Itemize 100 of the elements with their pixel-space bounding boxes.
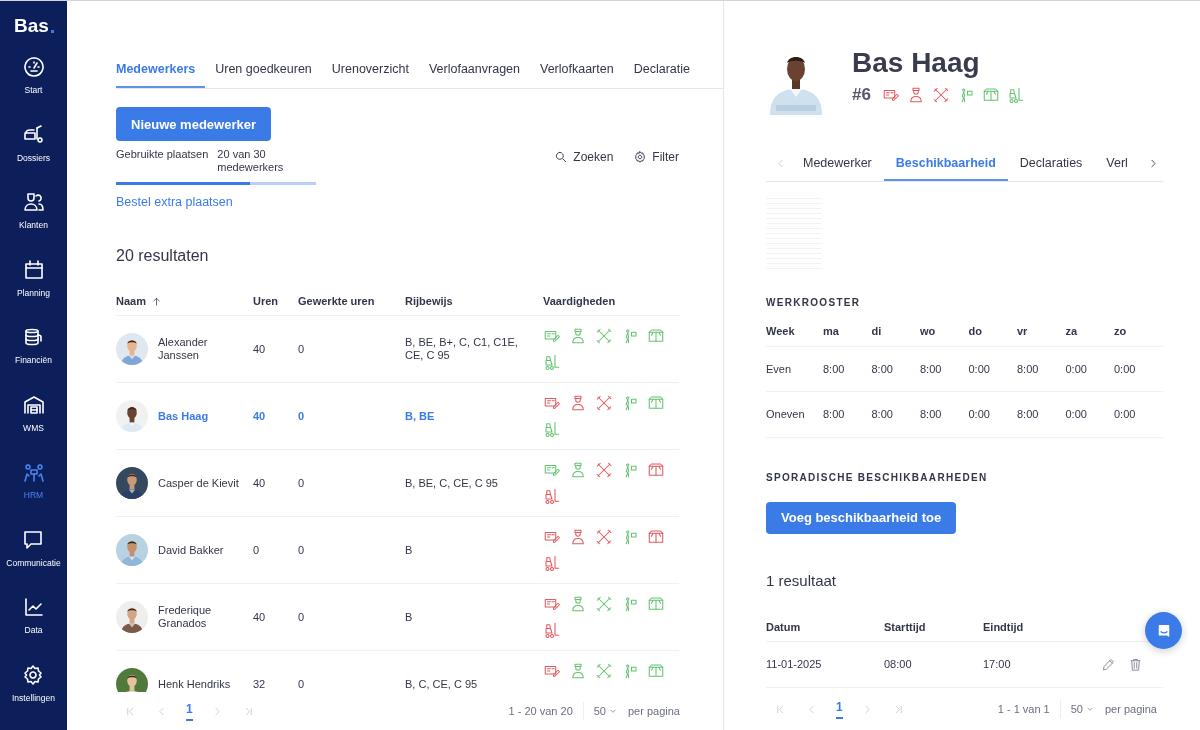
- employee-number: #6: [852, 85, 871, 105]
- add-availability-button[interactable]: Voeg beschikbaarheid toe: [766, 501, 957, 535]
- page-size-label: per pagina: [1105, 703, 1157, 715]
- column-header[interactable]: Gewerkte uren: [298, 295, 405, 307]
- table-cell-text: 17:00: [983, 658, 1012, 671]
- table-cell-text: 8:00: [1017, 362, 1040, 375]
- table-cell-text: 8:00: [871, 408, 894, 421]
- column-header[interactable]: Rijbewijs: [405, 295, 543, 307]
- nav-item[interactable]: Planning: [16, 257, 51, 325]
- table-cell-text: 40: [253, 476, 267, 490]
- column-header: vr: [1017, 325, 1029, 337]
- chat-button[interactable]: [1145, 612, 1182, 649]
- delete-icon[interactable]: [1128, 656, 1143, 672]
- table-cell-text: 8:00: [823, 408, 846, 421]
- table-cell-text: 40: [253, 610, 267, 624]
- page-size-select[interactable]: 50: [593, 705, 618, 717]
- employee-name[interactable]: Alexander Janssen: [158, 336, 243, 362]
- table-cell-text: 8:00: [871, 362, 894, 375]
- table-cell-text: 8:00: [823, 362, 846, 375]
- table-cell-text: 0: [298, 342, 306, 356]
- search-icon: [554, 150, 569, 164]
- tab[interactable]: Uren goedkeuren: [205, 50, 322, 88]
- nav-item[interactable]: Klanten: [19, 190, 48, 258]
- order-seats-link[interactable]: Bestel extra plaatsen: [116, 195, 316, 209]
- tab[interactable]: Medewerker: [791, 145, 884, 181]
- employee-name[interactable]: Bas Haag: [158, 409, 243, 423]
- column-header[interactable]: Vaardigheden: [543, 295, 680, 307]
- table-cell-text: Even: [766, 362, 793, 375]
- nav-item[interactable]: Financiën: [15, 325, 52, 393]
- page-size-label: per pagina: [628, 705, 680, 717]
- table-cell-text: 0: [298, 610, 306, 624]
- employee-name[interactable]: David Bakker: [158, 543, 243, 557]
- column-header[interactable]: Naam: [116, 295, 253, 307]
- column-header: ma: [823, 325, 840, 337]
- tab[interactable]: Beschikbaarheid: [883, 145, 1008, 181]
- employee-name[interactable]: Henk Hendriks: [158, 677, 243, 691]
- column-header: za: [1065, 325, 1079, 337]
- column-header: Starttijd: [884, 621, 927, 633]
- table-cell-text: Oneven: [766, 408, 806, 421]
- nav-item[interactable]: HRM: [21, 460, 46, 528]
- table-cell-text: 0:00: [1114, 408, 1137, 421]
- settings-icon: [633, 150, 648, 164]
- result-count: 1 resultaat: [766, 572, 838, 590]
- nav-item[interactable]: Instellingen: [12, 662, 55, 730]
- page-range: 1 - 1 van 1: [997, 703, 1050, 715]
- seats-value: 20 van 30 medewerkers: [217, 148, 285, 174]
- column-header: Datum: [766, 621, 802, 633]
- nav-item[interactable]: Start: [21, 55, 46, 123]
- tab[interactable]: Urenoverzicht: [321, 50, 419, 88]
- table-cell-text: 0: [253, 543, 261, 557]
- column-header[interactable]: Uren: [253, 295, 298, 307]
- search-button[interactable]: Zoeken: [554, 149, 614, 165]
- employee-name[interactable]: Frederique Granados: [158, 604, 243, 630]
- tab[interactable]: Medewerkers: [116, 50, 206, 88]
- table-cell-text: 0: [298, 677, 306, 691]
- new-employee-button[interactable]: Nieuwe medewerker: [116, 107, 271, 141]
- table-cell-text: 0: [298, 476, 306, 490]
- section-title: SPORADISCHE BESCHIKBAARHEDEN: [766, 471, 989, 483]
- tab[interactable]: Verlofaanvragen: [418, 50, 530, 88]
- tab[interactable]: Verlofkaarten: [530, 50, 624, 88]
- edit-icon[interactable]: [1101, 656, 1116, 672]
- column-header: Eindtijd: [983, 621, 1025, 633]
- result-count: 20 resultaten: [116, 247, 210, 265]
- column-header: wo: [920, 325, 937, 337]
- table-cell-text: B, BE: [405, 409, 436, 423]
- table-cell-text: 8:00: [1017, 408, 1040, 421]
- table-cell-text: B, BE, C, CE, C 95: [405, 476, 499, 490]
- tab[interactable]: Verl: [1094, 145, 1140, 181]
- nav-item[interactable]: Dossiers: [16, 122, 51, 190]
- page-number[interactable]: 1: [836, 699, 843, 719]
- logo: Bas: [14, 15, 54, 37]
- tab[interactable]: Declaraties: [1007, 145, 1095, 181]
- table-cell-text: B, C, CE, C 95: [405, 677, 479, 691]
- page-range: 1 - 20 van 20: [508, 705, 573, 717]
- column-header: do: [968, 325, 983, 337]
- column-header: Week: [766, 325, 796, 337]
- table-cell-text: 40: [253, 342, 267, 356]
- table-cell-text: 0: [298, 409, 306, 423]
- seats-label: Gebruikte plaatsen: [116, 148, 209, 162]
- nav-item[interactable]: WMS: [21, 392, 46, 460]
- gauge-icon: [21, 55, 46, 79]
- table-cell-text: 32: [253, 677, 267, 691]
- table-cell-text: 8:00: [920, 408, 943, 421]
- nav-item[interactable]: Data: [21, 595, 46, 663]
- filter-button[interactable]: Filter: [633, 149, 679, 165]
- tab[interactable]: Declaratie: [623, 50, 700, 88]
- page-number[interactable]: 1: [186, 701, 193, 721]
- table-cell-text: B, BE, B+, C, C1, C1E, CE, C 95: [405, 336, 519, 362]
- page-size-select[interactable]: 50: [1070, 703, 1095, 715]
- table-cell-text: 0:00: [1065, 362, 1088, 375]
- employee-name[interactable]: Casper de Kievit: [158, 476, 243, 490]
- table-cell-text: B: [405, 543, 414, 557]
- table-cell-text: 0:00: [1114, 362, 1137, 375]
- table-cell-text: 0: [298, 543, 306, 557]
- table-cell-text: 40: [253, 409, 267, 423]
- table-cell-text: 0:00: [1065, 408, 1088, 421]
- nav-item[interactable]: Communicatie: [6, 527, 61, 595]
- table-cell-text: 0:00: [968, 362, 991, 375]
- table-cell-text: B: [405, 610, 414, 624]
- table-cell-text: 11-01-2025: [766, 658, 823, 671]
